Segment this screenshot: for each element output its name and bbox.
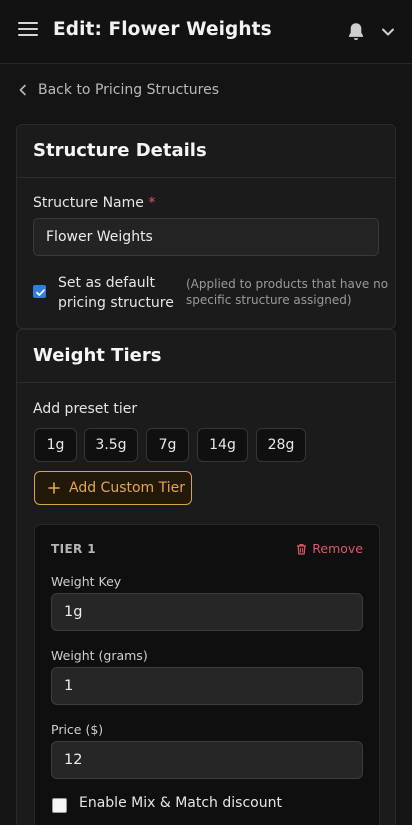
mix-match-checkbox[interactable] xyxy=(52,798,67,813)
price-value: 12 xyxy=(64,752,83,768)
preset-chip-7g[interactable]: 7g xyxy=(146,428,189,462)
preset-chip-28g[interactable]: 28g xyxy=(256,428,306,462)
weight-key-label: Weight Key xyxy=(51,574,122,589)
add-custom-tier-button[interactable]: Add Custom Tier xyxy=(34,471,192,505)
structure-details-heading: Structure Details xyxy=(17,125,395,178)
page-title: Edit: Flower Weights xyxy=(53,19,272,40)
top-bar: Edit: Flower Weights xyxy=(0,0,412,64)
preset-tier-label: Add preset tier xyxy=(33,401,138,417)
trash-icon xyxy=(297,543,307,555)
hamburger-menu-icon[interactable] xyxy=(18,22,38,42)
default-label-line2: pricing structure xyxy=(58,295,174,311)
preset-chip-row: 1g 3.5g 7g 14g 28g xyxy=(34,428,334,462)
hint-line1: (Applied to products that have no xyxy=(186,277,389,291)
plus-icon xyxy=(48,482,60,494)
weight-key-input[interactable]: 1g xyxy=(51,593,363,631)
tier-card: TIER 1 Remove Weight Key 1g Weight (gram… xyxy=(34,524,380,825)
default-structure-checkbox[interactable] xyxy=(33,285,46,298)
price-input[interactable]: 12 xyxy=(51,741,363,779)
structure-name-label-text: Structure Name xyxy=(33,195,144,211)
weight-key-value: 1g xyxy=(64,604,83,620)
preset-chip-3-5g[interactable]: 3.5g xyxy=(84,428,138,462)
back-to-pricing-link[interactable]: Back to Pricing Structures xyxy=(18,80,219,100)
weight-grams-input[interactable]: 1 xyxy=(51,667,363,705)
check-icon xyxy=(36,289,45,296)
weight-grams-value: 1 xyxy=(64,678,74,694)
chevron-left-icon xyxy=(19,84,26,96)
default-structure-label[interactable]: Set as default pricing structure xyxy=(58,273,174,313)
structure-name-input[interactable]: Flower Weights xyxy=(33,218,379,256)
structure-name-label: Structure Name * xyxy=(33,195,155,211)
remove-tier-button[interactable]: Remove xyxy=(296,541,363,556)
required-marker: * xyxy=(148,195,156,211)
structure-details-card: Structure Details Structure Name * Flowe… xyxy=(16,124,396,329)
mix-match-label[interactable]: Enable Mix & Match discount xyxy=(79,795,282,811)
preset-chip-14g[interactable]: 14g xyxy=(197,428,248,462)
back-link-label: Back to Pricing Structures xyxy=(38,82,220,98)
bell-icon[interactable] xyxy=(345,20,367,44)
price-label: Price ($) xyxy=(51,722,104,737)
tier-title: TIER 1 xyxy=(51,542,97,556)
default-label-line1: Set as default xyxy=(58,275,156,291)
chevron-down-icon[interactable] xyxy=(380,24,396,40)
remove-tier-label: Remove xyxy=(312,541,363,556)
default-structure-hint: (Applied to products that have no specif… xyxy=(186,276,388,308)
structure-name-value: Flower Weights xyxy=(46,229,153,245)
weight-tiers-heading: Weight Tiers xyxy=(17,330,395,383)
preset-chip-1g[interactable]: 1g xyxy=(34,428,77,462)
hint-line2: specific structure assigned) xyxy=(186,293,352,307)
weight-tiers-card: Weight Tiers Add preset tier 1g 3.5g 7g … xyxy=(16,329,396,825)
weight-grams-label: Weight (grams) xyxy=(51,648,148,663)
add-custom-tier-label: Add Custom Tier xyxy=(69,480,186,496)
